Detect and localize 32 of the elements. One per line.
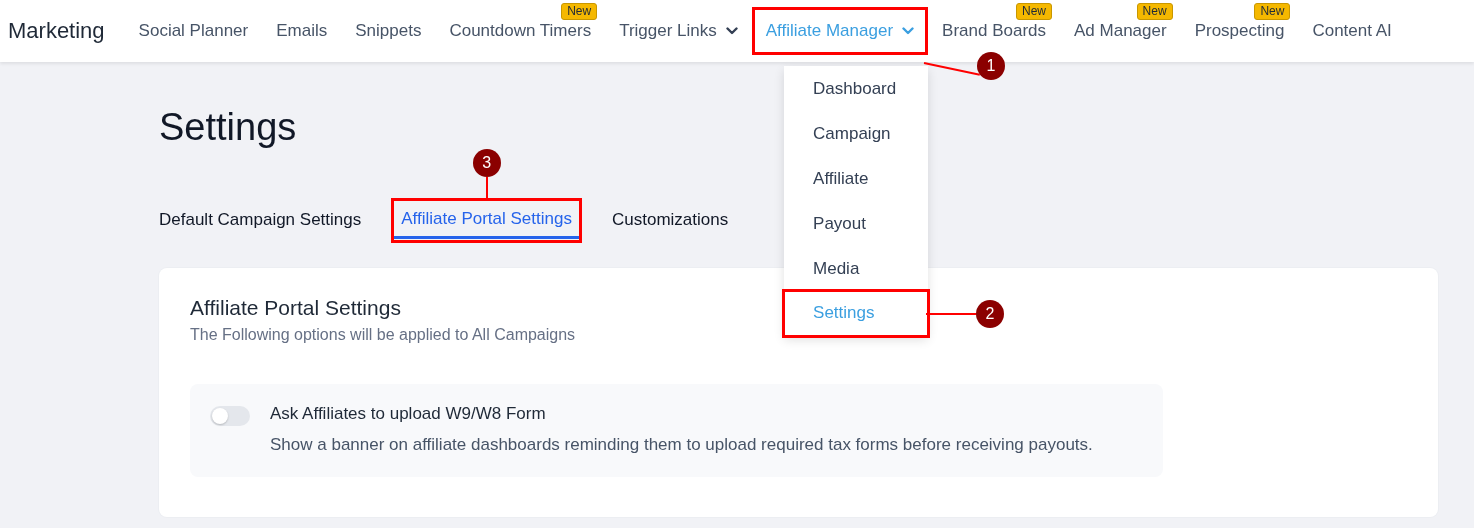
callout-marker: 3 [472,149,501,177]
menu-item[interactable]: Campaign [784,111,929,156]
nav-item[interactable]: Brand Boards [942,21,1046,41]
tab[interactable]: Customizations [602,200,738,241]
nav-item[interactable]: Countdown Timers [449,21,592,41]
tab[interactable]: Default Campaign Settings [150,200,371,241]
nav-item[interactable]: Trigger Links [619,21,738,41]
callout-marker: 1 [977,52,1006,80]
card-title: Affiliate Portal Settings [190,296,401,320]
nav-item[interactable]: Snippets [355,21,422,41]
menu-item[interactable]: Dashboard [784,66,929,111]
app-title: Marketing [8,18,105,44]
menu-item[interactable]: Payout [784,201,929,246]
nav-item[interactable]: Emails [276,21,328,41]
toggle-switch[interactable] [210,406,250,426]
page-title: Settings [159,106,297,149]
menu-item[interactable]: Media [784,246,929,291]
option-title: Ask Affiliates to upload W9/W8 Form [270,404,547,424]
card-subtitle: The Following options will be applied to All Campaigns [190,326,576,344]
nav-item[interactable]: Content AI [1312,21,1392,41]
new-badge: New [561,3,598,20]
menu-item[interactable]: Affiliate [784,156,929,201]
nav-item[interactable]: Social Planner [138,21,249,41]
tab[interactable]: Affiliate Portal Settings [392,199,581,242]
new-badge: New [1016,3,1052,20]
new-badge: New [1254,3,1291,20]
nav-item[interactable]: Prospecting [1194,21,1285,41]
new-badge: New [1136,3,1173,20]
leader-line [926,312,977,315]
option-description: Show a banner on affiliate dashboards reminding them to upload required tax forms before receiving payouts. [270,434,1093,456]
nav-item[interactable]: Ad Manager [1074,21,1167,41]
leader-line [485,177,488,201]
